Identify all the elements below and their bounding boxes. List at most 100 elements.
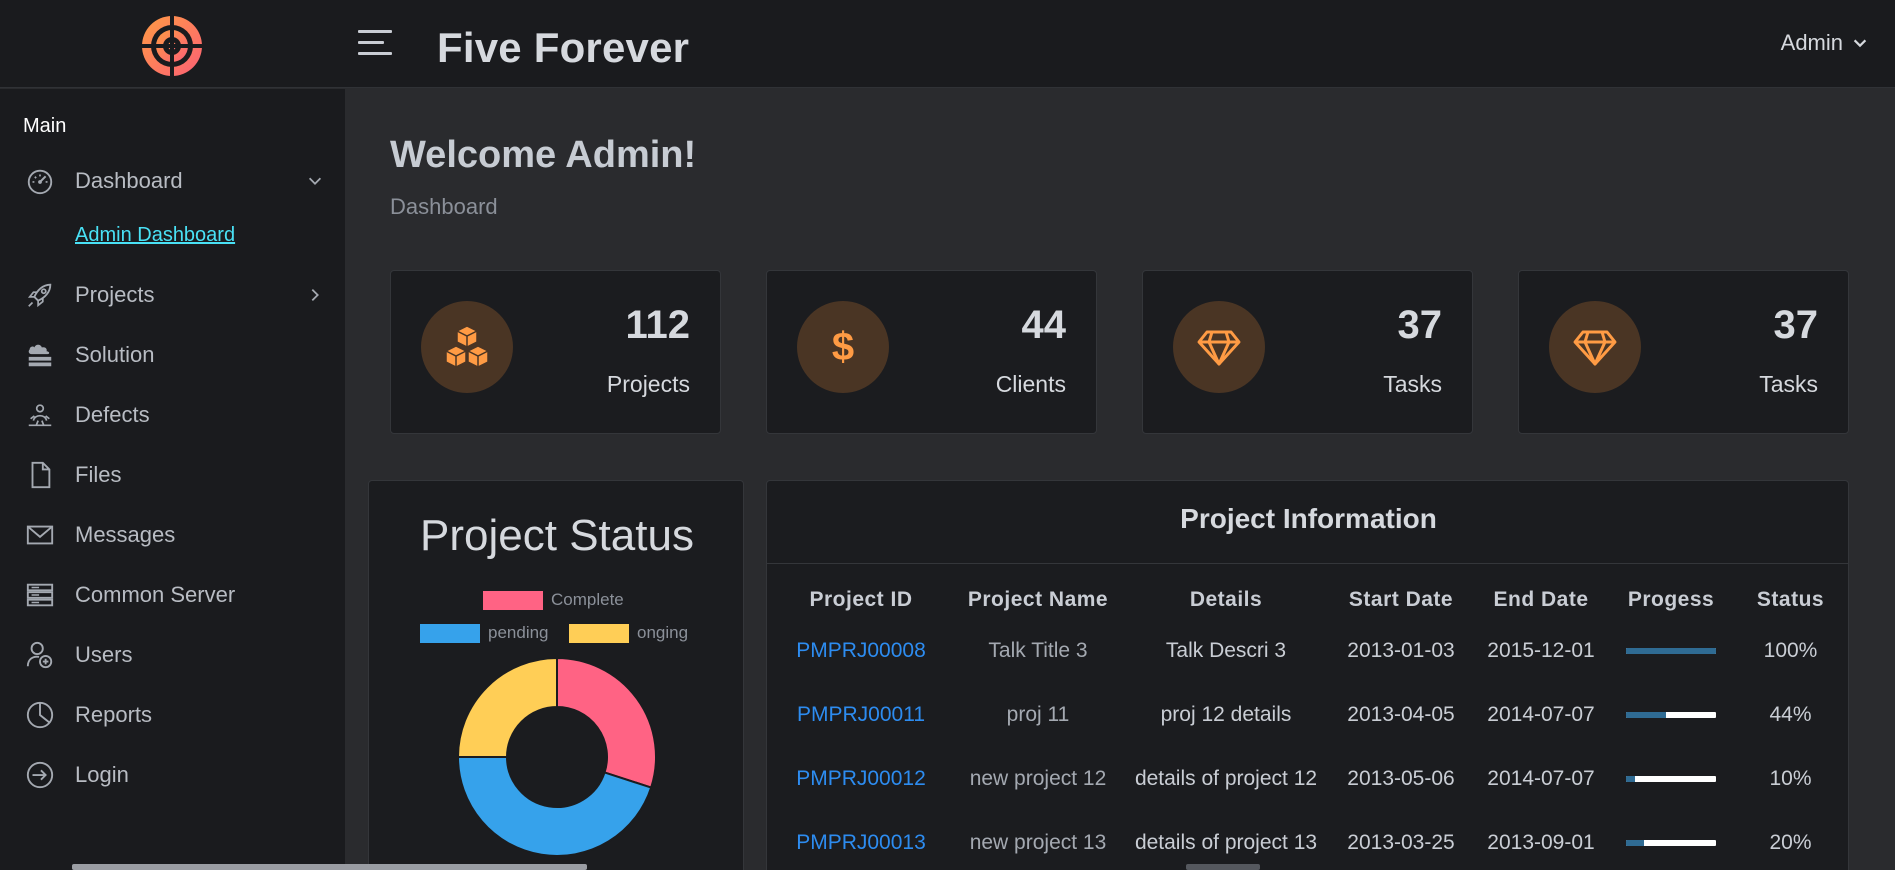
table-row: PMPRJ00011 proj 11 proj 12 details 2013-… [767, 683, 1848, 747]
diamond-icon [1173, 301, 1265, 393]
file-icon [24, 459, 56, 491]
sidebar-item-common-server[interactable]: Common Server [0, 573, 345, 617]
horizontal-scrollbar[interactable] [72, 864, 587, 870]
sidebar-item-projects[interactable]: Projects [0, 273, 345, 317]
project-name: new project 13 [969, 831, 1107, 854]
panel-title: Project Status [420, 511, 694, 560]
end-date: 2014-07-07 [1487, 703, 1595, 726]
donut-slice-complete[interactable] [556, 657, 657, 789]
progress-bar [1626, 712, 1716, 718]
stat-label: Clients [995, 371, 1066, 397]
sidebar-item-files[interactable]: Files [0, 453, 345, 497]
status-value: 20% [1769, 831, 1812, 854]
sidebar-item-label: Users [75, 642, 133, 667]
progress-cell [1611, 619, 1731, 683]
project-details: proj 12 details [1160, 703, 1292, 726]
start-date: 2013-05-06 [1347, 767, 1455, 790]
sidebar-section-title: Main [23, 115, 67, 137]
legend-item-pending[interactable]: pending [420, 623, 549, 643]
user-menu[interactable]: Admin [1781, 30, 1869, 56]
legend-item-onging[interactable]: onging [569, 623, 688, 643]
breadcrumb: Dashboard [390, 194, 498, 219]
column-header[interactable]: Status [1731, 581, 1848, 619]
table-row: PMPRJ00008 Talk Title 3 Talk Descri 3 20… [767, 619, 1848, 683]
panel-title: Project Information [1180, 503, 1437, 534]
project-name: Talk Title 3 [988, 639, 1088, 662]
sidebar-item-login[interactable]: Login [0, 753, 345, 797]
gauge-icon [24, 165, 56, 197]
sidebar-item-label: Dashboard [75, 168, 183, 193]
chevron-right-icon [311, 288, 319, 302]
project-id-link[interactable]: PMPRJ00012 [767, 747, 955, 811]
horizontal-scrollbar-thumb[interactable] [1186, 864, 1260, 870]
progress-bar [1626, 776, 1716, 782]
sidebar-item-solution[interactable]: Solution [0, 333, 345, 377]
envelope-icon [24, 519, 56, 551]
column-header[interactable]: Project Name [955, 581, 1121, 619]
sidebar-item-label: Files [75, 462, 122, 487]
stat-card-tasks-2: 37 Tasks [1518, 270, 1849, 434]
progress-cell [1611, 683, 1731, 747]
sidebar-item-label: Messages [75, 522, 176, 547]
stat-label: Projects [606, 371, 690, 397]
project-details: Talk Descri 3 [1165, 639, 1287, 662]
donut-slice-onging[interactable] [457, 657, 558, 758]
legend-label: onging [637, 623, 689, 642]
project-status-panel: Project Status Complete pending onging [368, 480, 744, 870]
column-header[interactable]: Details [1121, 581, 1331, 619]
progress-cell [1611, 811, 1731, 870]
chevron-down-icon [1853, 39, 1867, 48]
column-header[interactable]: Progess [1611, 581, 1731, 619]
divider [767, 563, 1848, 564]
cloud-server-icon [24, 339, 56, 371]
sidebar-subitem-admin-dashboard[interactable]: Admin Dashboard [75, 224, 235, 247]
progress-fill [1626, 712, 1666, 718]
page-title: Welcome Admin! [390, 134, 697, 176]
top-bar: Five Forever Admin [0, 0, 1895, 88]
legend-swatch [420, 623, 480, 643]
rocket-icon [24, 279, 56, 311]
sidebar-item-users[interactable]: Users [0, 633, 345, 677]
sidebar-item-label: Reports [75, 702, 153, 727]
stat-value: 44 [1021, 303, 1067, 347]
bug-icon [24, 399, 56, 431]
stat-label: Tasks [1383, 371, 1442, 397]
status-donut-chart[interactable] [457, 657, 657, 857]
progress-fill [1626, 776, 1635, 782]
end-date: 2015-12-01 [1487, 639, 1595, 662]
progress-bar [1626, 648, 1716, 654]
progress-fill [1626, 648, 1716, 654]
column-header[interactable]: Start Date [1331, 581, 1471, 619]
project-name: new project 12 [969, 767, 1107, 790]
project-id-link[interactable]: PMPRJ00008 [767, 619, 955, 683]
progress-fill [1626, 840, 1644, 846]
sidebar-item-messages[interactable]: Messages [0, 513, 345, 557]
diamond-icon [1549, 301, 1641, 393]
legend-swatch [569, 623, 629, 643]
end-date: 2013-09-01 [1487, 831, 1595, 854]
end-date: 2014-07-07 [1487, 767, 1595, 790]
status-value: 10% [1769, 767, 1812, 790]
app-title: Five Forever [437, 24, 690, 71]
progress-bar [1626, 840, 1716, 846]
table-row: PMPRJ00012 new project 12 details of pro… [767, 747, 1848, 811]
column-header[interactable]: End Date [1471, 581, 1611, 619]
menu-toggle-icon[interactable] [358, 30, 392, 58]
sidebar-item-dashboard[interactable]: Dashboard [0, 159, 345, 203]
logo-icon[interactable] [140, 14, 204, 78]
start-date: 2013-04-05 [1347, 703, 1455, 726]
svg-text:$: $ [832, 325, 854, 369]
stat-label: Tasks [1759, 371, 1818, 397]
table-header-row: Project ID Project Name Details Start Da… [767, 581, 1848, 619]
progress-cell [1611, 747, 1731, 811]
legend-item-complete[interactable]: Complete [483, 590, 624, 610]
server-icon [24, 579, 56, 611]
column-header[interactable]: Project ID [767, 581, 955, 619]
sidebar-item-label: Defects [75, 402, 150, 427]
sidebar-item-label: Login [75, 762, 129, 787]
sidebar-item-reports[interactable]: Reports [0, 693, 345, 737]
project-id-link[interactable]: PMPRJ00013 [767, 811, 955, 870]
start-date: 2013-01-03 [1347, 639, 1455, 662]
sidebar-item-defects[interactable]: Defects [0, 393, 345, 437]
project-id-link[interactable]: PMPRJ00011 [767, 683, 955, 747]
